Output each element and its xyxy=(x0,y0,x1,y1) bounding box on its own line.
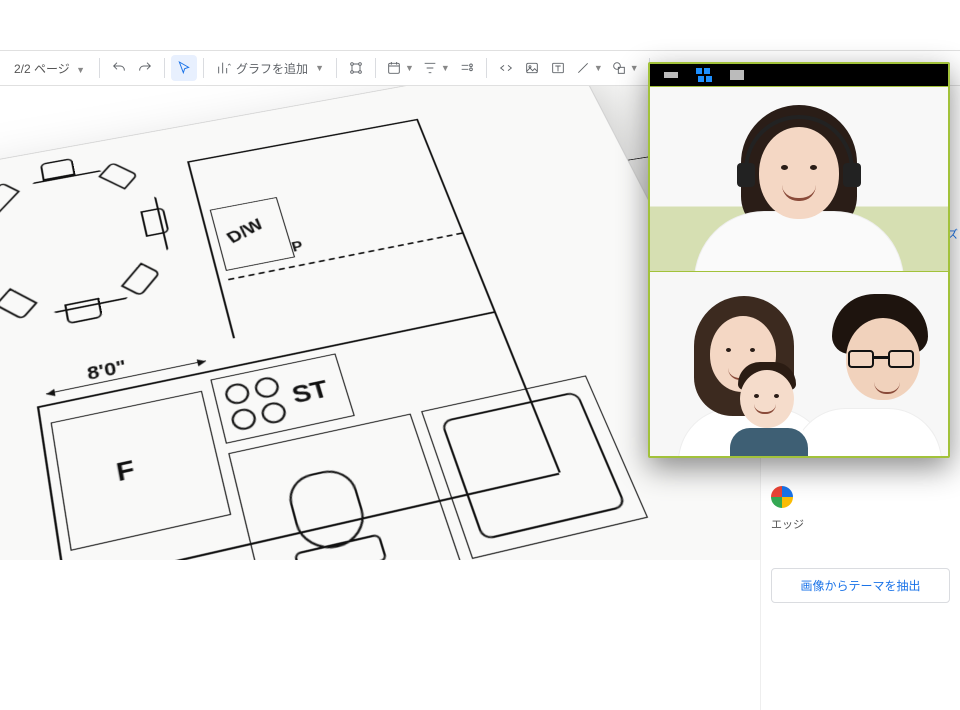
layout-wide-icon[interactable] xyxy=(730,70,744,80)
extract-theme-label: 画像からテーマを抽出 xyxy=(800,579,920,593)
color-wheel-icon[interactable] xyxy=(771,486,793,508)
chevron-down-icon: ▼ xyxy=(594,63,603,73)
add-chart-label: グラフを追加 xyxy=(236,60,308,77)
chevron-down-icon: ▼ xyxy=(315,63,324,73)
separator xyxy=(375,58,376,78)
text-button[interactable] xyxy=(545,55,571,81)
chevron-down-icon: ▼ xyxy=(441,63,450,73)
separator xyxy=(164,58,165,78)
shapes-icon xyxy=(611,60,627,76)
layout-grid-icon[interactable] xyxy=(696,68,712,82)
text-icon xyxy=(550,60,566,76)
separator xyxy=(203,58,204,78)
family-illustration xyxy=(650,272,948,456)
separator xyxy=(99,58,100,78)
edge-label: エッジ xyxy=(771,516,950,532)
floorplan-dim-1: 8'0" xyxy=(86,357,129,385)
data-control-button[interactable] xyxy=(454,55,480,81)
embed-icon xyxy=(498,60,514,76)
image-icon xyxy=(524,60,540,76)
line-icon xyxy=(575,60,591,76)
separator xyxy=(336,58,337,78)
undo-icon xyxy=(111,60,127,76)
video-tile-agent[interactable] xyxy=(650,86,948,271)
video-tile-family[interactable] xyxy=(650,271,948,456)
shapes-button[interactable]: ▼ xyxy=(607,55,643,81)
filter-control-button[interactable]: ▼ xyxy=(418,55,454,81)
page-indicator-label: 2/2 ページ xyxy=(14,62,70,76)
chevron-down-icon: ▼ xyxy=(405,63,414,73)
pointer-tool[interactable] xyxy=(171,55,197,81)
pointer-icon xyxy=(176,60,192,76)
data-control-icon xyxy=(459,60,475,76)
video-call-window[interactable] xyxy=(648,62,950,458)
separator xyxy=(486,58,487,78)
chevron-down-icon: ▼ xyxy=(630,63,639,73)
filter-icon xyxy=(422,60,438,76)
report-canvas[interactable]: CP EP 10'0" D/W P xyxy=(0,86,760,560)
chevron-down-icon: ▼ xyxy=(76,65,85,75)
url-embed-button[interactable] xyxy=(493,55,519,81)
chart-icon xyxy=(216,60,232,76)
page-indicator[interactable]: 2/2 ページ ▼ xyxy=(6,60,93,77)
date-range-icon xyxy=(386,60,402,76)
redo-button[interactable] xyxy=(132,55,158,81)
date-range-button[interactable]: ▼ xyxy=(382,55,418,81)
line-button[interactable]: ▼ xyxy=(571,55,607,81)
accent-swatches xyxy=(771,486,950,508)
video-call-titlebar[interactable] xyxy=(650,64,948,86)
agent-illustration xyxy=(650,87,948,271)
community-viz-icon xyxy=(348,60,364,76)
layout-single-icon[interactable] xyxy=(664,72,678,78)
community-viz-button[interactable] xyxy=(343,55,369,81)
redo-icon xyxy=(137,60,153,76)
extract-theme-button[interactable]: 画像からテーマを抽出 xyxy=(771,568,950,603)
image-button[interactable] xyxy=(519,55,545,81)
add-chart-button[interactable]: グラフを追加 ▼ xyxy=(210,55,330,81)
glasses-icon xyxy=(848,350,914,368)
undo-button[interactable] xyxy=(106,55,132,81)
